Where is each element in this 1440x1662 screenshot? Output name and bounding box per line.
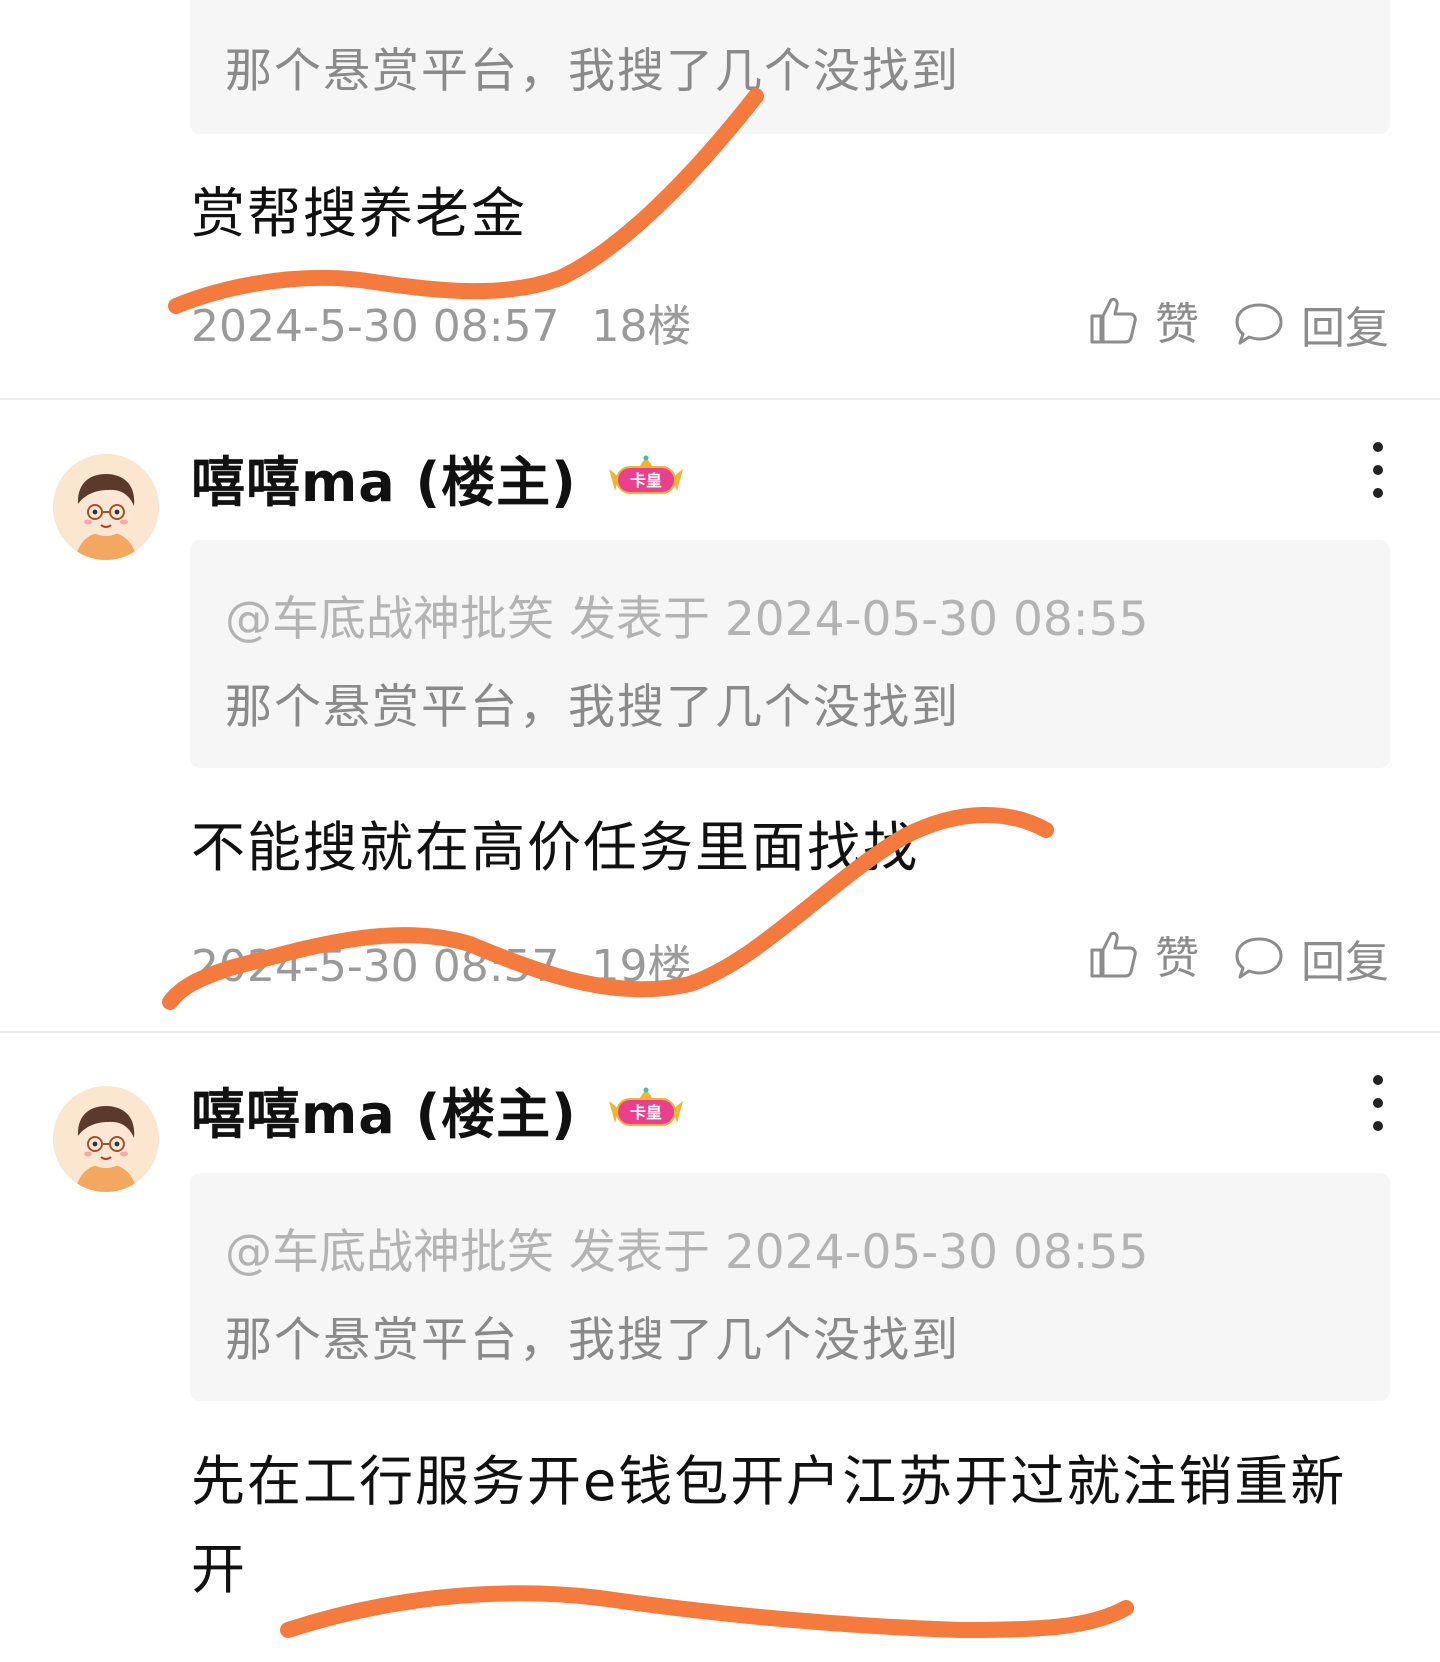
post-content: 不能搜就在高价任务里面找找 <box>191 816 919 879</box>
post-time: 2024-5-30 08:57 <box>191 301 560 352</box>
quote-box: @车底战神批笑 发表于 2024-05-30 08:55 那个悬赏平台，我搜了几… <box>190 1173 1390 1401</box>
more-options-button[interactable] <box>1366 442 1390 498</box>
like-label: 赞 <box>1155 299 1199 350</box>
quote-text: 那个悬赏平台，我搜了几个没找到 <box>225 44 960 99</box>
username[interactable]: 嘻嘻ma (楼主) <box>191 438 577 517</box>
vertical-ellipsis-icon <box>1373 442 1383 452</box>
more-options-button[interactable] <box>1366 1075 1390 1131</box>
username-row: 嘻嘻ma (楼主) 卡皇 <box>191 442 689 514</box>
post-floor: 19楼 <box>591 941 692 992</box>
badge-text: 卡皇 <box>630 471 662 490</box>
avatar-illustration <box>53 454 159 560</box>
speech-bubble-icon <box>1233 300 1285 348</box>
quote-meta: @车底战神批笑 发表于 2024-05-30 08:55 <box>225 1225 1149 1280</box>
badge-text: 卡皇 <box>630 1103 662 1122</box>
post-floor-20: 嘻嘻ma (楼主) 卡皇 @车底战神批笑 发表于 2024-05-30 08:5… <box>0 1033 1440 1662</box>
avatar[interactable] <box>53 454 159 560</box>
quote-meta: @车底战神批笑 发表于 2024-05-30 08:55 <box>225 592 1149 647</box>
post-floor: 18楼 <box>591 301 692 352</box>
avatar[interactable] <box>53 1086 159 1192</box>
post-content: 先在工行服务开e钱包开户江苏开过就注销重新开 <box>191 1450 1347 1601</box>
post-content: 赏帮搜养老金 <box>191 182 527 245</box>
post-meta: 2024-5-30 08:57 19楼 <box>191 930 692 994</box>
ellipsis-dot <box>1373 1098 1383 1108</box>
reply-label: 回复 <box>1301 303 1389 354</box>
thumbs-up-icon <box>1087 928 1139 980</box>
like-button[interactable]: 赞 <box>1087 288 1199 352</box>
reply-label: 回复 <box>1301 937 1389 988</box>
username-row: 嘻嘻ma (楼主) 卡皇 <box>191 1074 689 1146</box>
username[interactable]: 嘻嘻ma (楼主) <box>191 1070 577 1149</box>
quote-text: 那个悬赏平台，我搜了几个没找到 <box>225 680 960 735</box>
ellipsis-dot <box>1373 488 1383 498</box>
post-meta: 2024-5-30 08:57 18楼 <box>191 290 692 354</box>
post-time: 2024-5-30 08:57 <box>191 941 560 992</box>
thumbs-up-icon <box>1087 294 1139 346</box>
ellipsis-dot <box>1373 465 1383 475</box>
like-button[interactable]: 赞 <box>1087 922 1199 986</box>
reply-button[interactable]: 回复 <box>1233 292 1389 356</box>
speech-bubble-icon <box>1233 934 1285 982</box>
quote-text: 那个悬赏平台，我搜了几个没找到 <box>225 1313 960 1368</box>
vertical-ellipsis-icon <box>1373 1075 1383 1085</box>
vip-badge: 卡皇 <box>603 1087 689 1131</box>
quote-box: @车底战神批笑 发表于 2024-05-30 08:55 那个悬赏平台，我搜了几… <box>190 540 1390 768</box>
ellipsis-dot <box>1373 1121 1383 1131</box>
avatar-illustration <box>53 1086 159 1192</box>
vip-badge: 卡皇 <box>603 455 689 499</box>
post-floor-19: 嘻嘻ma (楼主) 卡皇 @车底战神批笑 发表于 2024-05-30 08:5… <box>0 400 1440 1030</box>
post-floor-18: 那个悬赏平台，我搜了几个没找到 赏帮搜养老金 2024-5-30 08:57 1… <box>0 0 1440 398</box>
quote-box: 那个悬赏平台，我搜了几个没找到 <box>190 0 1390 134</box>
like-label: 赞 <box>1155 933 1199 984</box>
reply-button[interactable]: 回复 <box>1233 926 1389 990</box>
